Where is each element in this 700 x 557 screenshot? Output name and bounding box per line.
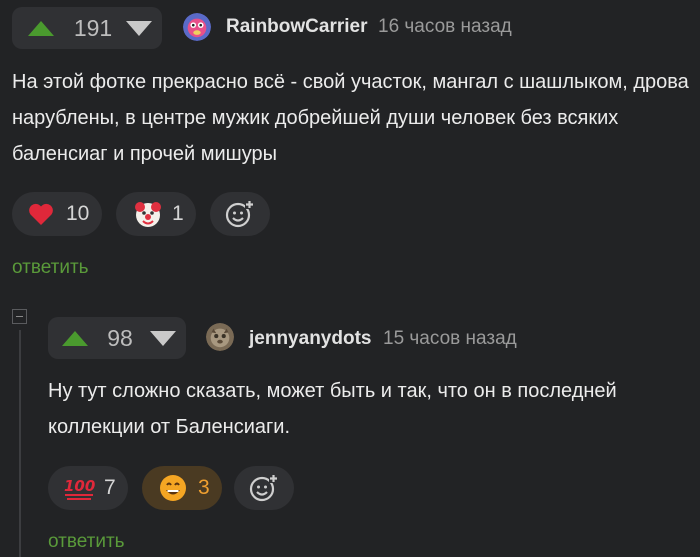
reaction-count: 1 — [172, 202, 184, 225]
reply-link[interactable]: ответить — [48, 531, 125, 553]
reaction-grinning[interactable]: 3 — [142, 466, 222, 510]
grinning-face-icon — [160, 475, 186, 501]
clown-icon — [135, 202, 161, 227]
thread-line[interactable] — [19, 330, 21, 557]
hundred-icon: 100 — [64, 477, 95, 500]
reaction-count: 3 — [198, 476, 210, 499]
heart-icon — [29, 203, 53, 225]
add-emoji-icon — [225, 200, 254, 228]
timestamp[interactable]: 16 часов назад — [378, 16, 512, 38]
add-reaction-button[interactable] — [234, 466, 294, 510]
username[interactable]: RainbowCarrier — [226, 16, 367, 38]
vote-box: 98 — [48, 317, 186, 359]
timestamp[interactable]: 15 часов назад — [383, 328, 517, 350]
upvote-button[interactable] — [28, 20, 54, 36]
reaction-hundred[interactable]: 100 7 — [48, 466, 128, 510]
avatar[interactable] — [183, 13, 211, 41]
reply-link[interactable]: ответить — [12, 257, 89, 279]
vote-count: 98 — [107, 324, 133, 351]
add-emoji-icon — [249, 474, 278, 502]
comment-text: На этой фотке прекрасно всё - свой участ… — [12, 71, 689, 165]
reaction-count: 7 — [104, 476, 116, 499]
vote-count: 191 — [73, 14, 113, 41]
username[interactable]: jennyanydots — [249, 328, 371, 350]
collapse-thread-button[interactable] — [12, 309, 27, 324]
svg-text:100: 100 — [64, 477, 95, 495]
downvote-button[interactable] — [150, 330, 176, 346]
comment-text: Ну тут сложно сказать, может быть и так,… — [48, 380, 617, 438]
add-reaction-button[interactable] — [210, 192, 270, 236]
reaction-count: 10 — [66, 202, 90, 225]
avatar[interactable] — [206, 323, 234, 351]
downvote-button[interactable] — [126, 20, 152, 36]
reaction-heart[interactable]: 10 — [12, 192, 102, 236]
vote-box: 191 — [12, 7, 162, 49]
upvote-button[interactable] — [62, 330, 88, 346]
reaction-clown[interactable]: 1 — [116, 192, 196, 236]
